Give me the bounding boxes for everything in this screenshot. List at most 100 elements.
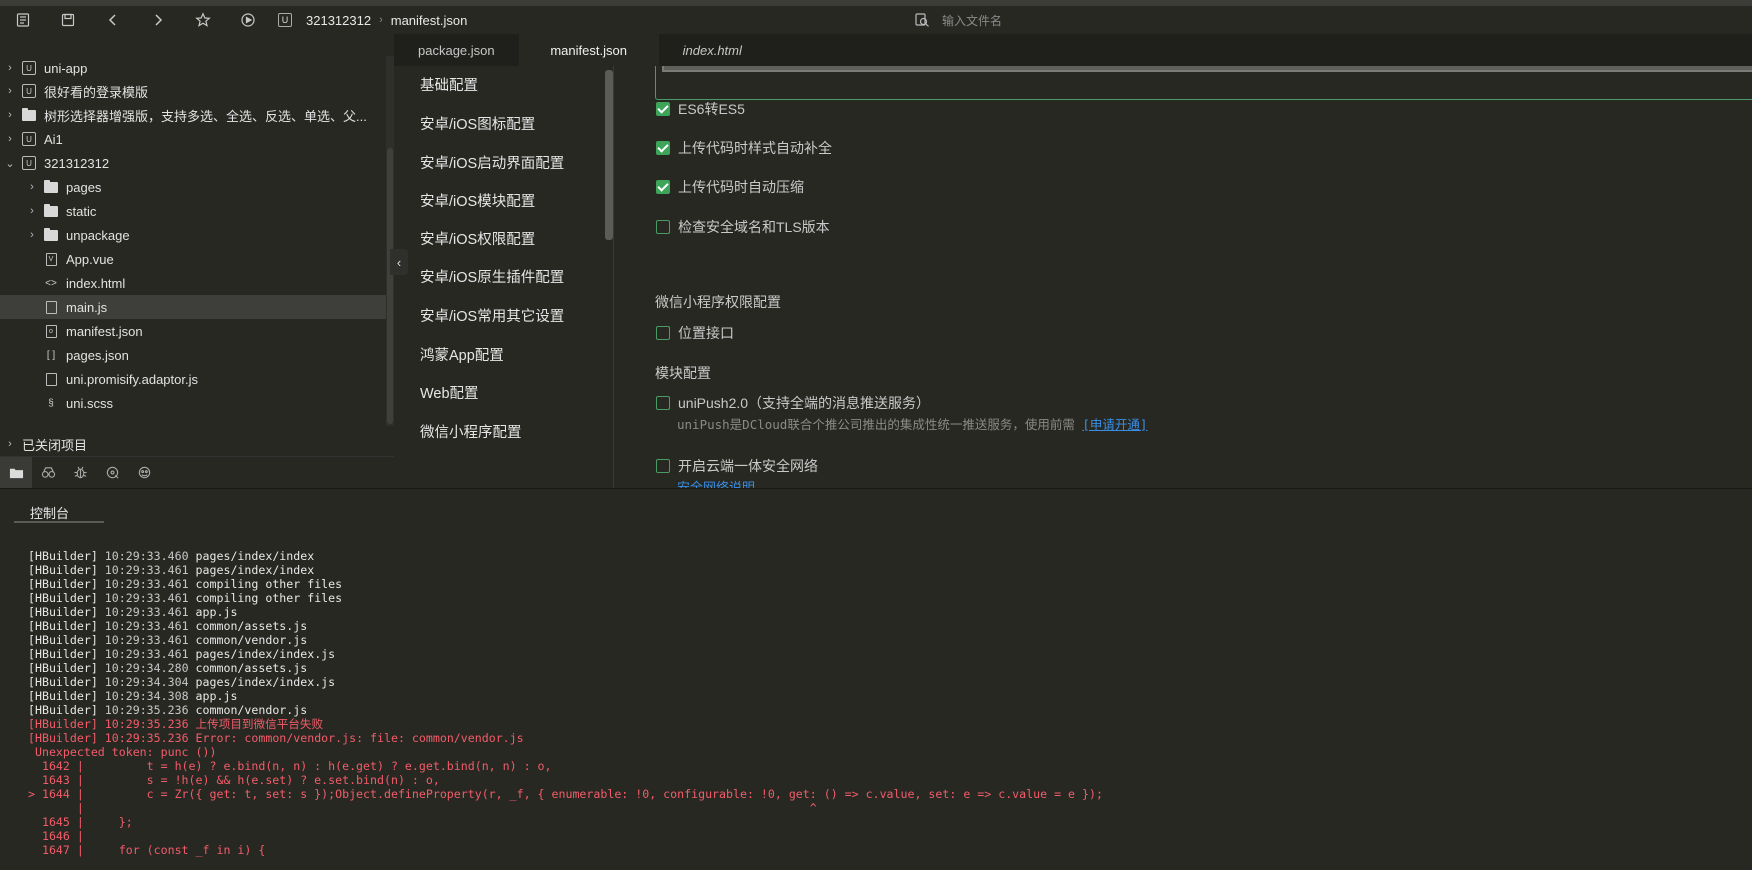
file-search-icon xyxy=(915,13,929,27)
unipush-checkbox[interactable] xyxy=(656,396,670,410)
textarea-scrollbar[interactable] xyxy=(662,66,1752,72)
tree-item[interactable]: › unpackage xyxy=(0,223,386,247)
file-search[interactable]: 输入文件名 xyxy=(914,6,1002,34)
log-tag: [HBuilder] xyxy=(28,591,98,605)
nav-weixin-mp-config[interactable]: 微信小程序配置 xyxy=(420,421,522,442)
option-check-domain[interactable]: 检查安全域名和TLS版本 xyxy=(656,217,830,237)
chevron-down-icon[interactable]: ⌄ xyxy=(4,157,16,170)
sidebar-scrollbar-thumb[interactable] xyxy=(387,148,393,424)
settings-nav-scrollbar[interactable] xyxy=(605,70,613,240)
tree-item[interactable]: o manifest.json xyxy=(0,319,386,343)
log-tag: [HBuilder] xyxy=(28,577,98,591)
breadcrumb-project[interactable]: 321312312 xyxy=(306,13,371,28)
breadcrumb-file[interactable]: manifest.json xyxy=(391,13,468,28)
tree-item[interactable]: › U Ai1 xyxy=(0,127,386,151)
file-search-input[interactable]: 输入文件名 xyxy=(942,12,1002,29)
nav-splash-config[interactable]: 安卓/iOS启动界面配置 xyxy=(420,152,564,173)
project-manager-icon[interactable] xyxy=(0,456,32,489)
option-unipush[interactable]: uniPush2.0（支持全端的消息推送服务） xyxy=(656,393,930,413)
chevron-right-icon[interactable]: › xyxy=(4,109,16,121)
closed-projects-label: 已关闭项目 xyxy=(22,437,88,453)
back-icon[interactable] xyxy=(90,6,135,34)
minify-checkbox[interactable] xyxy=(656,180,670,194)
console-error-line: 1642 | t = h(e) ? e.bind(n, n) : h(e.get… xyxy=(28,759,1103,773)
log-message: app.js xyxy=(195,605,238,619)
nav-permission-config[interactable]: 安卓/iOS权限配置 xyxy=(420,228,535,249)
nav-module-config[interactable]: 安卓/iOS模块配置 xyxy=(420,190,535,211)
log-message: Error: common/vendor.js: file: common/ve… xyxy=(195,731,524,745)
tree-item[interactable]: ⌄ U 321312312 xyxy=(0,151,386,175)
minify-label: 上传代码时自动压缩 xyxy=(678,179,804,195)
star-icon[interactable] xyxy=(180,6,225,34)
nav-other-settings[interactable]: 安卓/iOS常用其它设置 xyxy=(420,305,564,326)
nav-web-config[interactable]: Web配置 xyxy=(420,382,479,403)
nav-app-icon-config[interactable]: 安卓/iOS图标配置 xyxy=(420,113,535,134)
unipush-apply-link[interactable]: [申请开通] xyxy=(1082,417,1147,432)
forward-icon[interactable] xyxy=(135,6,180,34)
log-timestamp: 10:29:33.460 xyxy=(104,549,189,563)
es6-checkbox[interactable] xyxy=(656,102,670,116)
plugin-icon[interactable] xyxy=(128,457,160,489)
run-icon[interactable] xyxy=(225,6,270,34)
log-message: 1647 | for (const _f in i) { xyxy=(28,843,266,857)
tree-item[interactable]: [ ] pages.json xyxy=(0,343,386,367)
tree-item[interactable]: › Uuni-app xyxy=(0,56,386,80)
option-auto-prefix[interactable]: 上传代码时样式自动补全 xyxy=(656,138,832,158)
option-secure-network[interactable]: 开启云端一体安全网络 xyxy=(656,456,818,476)
tree-item[interactable]: <> index.html xyxy=(0,271,386,295)
option-minify[interactable]: 上传代码时自动压缩 xyxy=(656,177,804,197)
nav-native-plugin-config[interactable]: 安卓/iOS原生插件配置 xyxy=(420,266,564,287)
chevron-right-icon[interactable]: › xyxy=(26,181,38,193)
option-location[interactable]: 位置接口 xyxy=(656,323,734,343)
nav-basic-config[interactable]: 基础配置 xyxy=(420,74,478,95)
binoculars-icon[interactable] xyxy=(32,457,64,489)
console-error-line: 1647 | for (const _f in i) { xyxy=(28,843,1103,857)
chevron-right-icon[interactable]: › xyxy=(26,205,38,217)
console-error-line: [HBuilder] 10:29:35.236 Error: common/ve… xyxy=(28,731,1103,745)
log-tag: [HBuilder] xyxy=(28,563,98,577)
collapse-sidebar-button[interactable]: ‹ xyxy=(390,249,408,275)
chevron-right-icon[interactable]: › xyxy=(4,85,16,97)
log-timestamp: 10:29:34.304 xyxy=(104,675,189,689)
secure-network-checkbox[interactable] xyxy=(656,459,670,473)
file-list-icon[interactable] xyxy=(0,6,45,34)
log-tag: [HBuilder] xyxy=(28,647,98,661)
sidebar-scrollbar[interactable] xyxy=(386,56,394,426)
bug-icon[interactable] xyxy=(64,457,96,489)
git-icon[interactable] xyxy=(96,457,128,489)
tree-item[interactable]: › U 很好看的登录模版 xyxy=(0,79,386,103)
chevron-right-icon[interactable]: › xyxy=(4,133,16,145)
scss-file-icon: § xyxy=(48,397,54,409)
tree-item[interactable]: main.js xyxy=(0,295,386,319)
save-icon[interactable] xyxy=(45,6,90,34)
tree-item[interactable]: › 树形选择器增强版，支持多选、全选、反选、单选、父... xyxy=(0,103,386,127)
tab-manifest-json[interactable]: manifest.json xyxy=(518,34,659,66)
secure-network-link[interactable]: 安全网络说明 xyxy=(677,477,755,488)
tree-item[interactable]: § uni.scss xyxy=(0,391,386,415)
tree-item[interactable]: V App.vue xyxy=(0,247,386,271)
console-tab[interactable]: 控制台 xyxy=(14,503,104,523)
console-line: [HBuilder] 10:29:34.308 app.js xyxy=(28,689,1103,703)
html-file-icon: <> xyxy=(45,277,57,289)
auto-prefix-checkbox[interactable] xyxy=(656,141,670,155)
tree-item[interactable]: uni.promisify.adaptor.js xyxy=(0,367,386,391)
log-message: 1642 | t = h(e) ? e.bind(n, n) : h(e.get… xyxy=(28,759,552,773)
tree-item[interactable]: › pages xyxy=(0,175,386,199)
tree-item[interactable]: › static xyxy=(0,199,386,223)
location-checkbox[interactable] xyxy=(656,326,670,340)
auto-prefix-label: 上传代码时样式自动补全 xyxy=(678,140,832,156)
log-timestamp: 10:29:33.461 xyxy=(104,577,189,591)
check-domain-checkbox[interactable] xyxy=(656,220,670,234)
chevron-right-icon[interactable]: › xyxy=(26,229,38,241)
textarea-field[interactable] xyxy=(655,66,1752,100)
console-line: [HBuilder] 10:29:33.461 pages/index/inde… xyxy=(28,563,1103,577)
log-tag: [HBuilder] xyxy=(28,633,98,647)
nav-harmony-config[interactable]: 鸿蒙App配置 xyxy=(420,344,504,365)
tab-package-json[interactable]: package.json xyxy=(394,34,519,66)
option-es6-to-es5[interactable]: ES6转ES5 xyxy=(656,99,745,119)
closed-projects[interactable]: › 已关闭项目 xyxy=(0,432,87,456)
permission-section-title: 微信小程序权限配置 xyxy=(655,294,781,310)
chevron-right-icon[interactable]: › xyxy=(4,62,16,74)
tree-item-label: pages xyxy=(66,179,102,195)
tab-index-html[interactable]: index.html xyxy=(659,34,766,66)
